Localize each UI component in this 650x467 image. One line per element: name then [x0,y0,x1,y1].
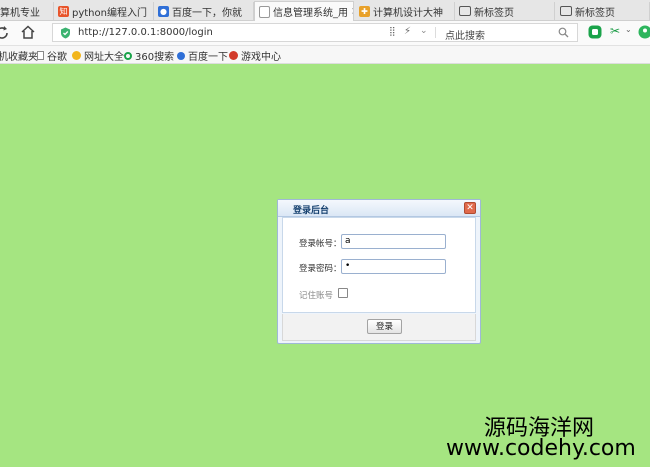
chevron-down-icon[interactable]: ⌄ [625,25,632,34]
password-label: 登录密码： [299,264,342,274]
game-center-icon [229,51,238,60]
account-label: 登录帐号： [299,239,342,249]
dialog-header[interactable]: 登录后台 ✕ [278,200,480,217]
tab-label: 新标签页 [575,7,615,19]
lightning-icon[interactable]: ⚡ [404,26,411,37]
browser-tab-bar: 算机专业 知 python编程入门 ● 百度一下，你就 信息管理系统_用 × ✚… [0,0,650,21]
tab-baidu[interactable]: ● 百度一下，你就 [154,2,254,20]
address-url[interactable]: http://127.0.0.1:8000/login [78,27,213,38]
site-directory-icon [72,51,81,60]
tab-close-icon[interactable]: × [351,6,353,17]
tab-label: python编程入门 [72,7,147,19]
bookmark-game-center[interactable]: 游戏中心 [229,48,281,63]
bookmarks-bar: 机收藏夹 谷歌 网址大全 360搜索 百度一下 游戏中心 [0,46,650,64]
dialog-footer: 登录 [282,314,476,341]
search-360-icon [124,51,132,60]
new-tab-page-icon [560,6,572,16]
new-tab-page-icon [459,6,471,16]
tab-label: 算机专业 [0,7,40,19]
tab-label: 计算机设计大神 [373,7,443,19]
extension-icon[interactable] [587,24,603,40]
login-dialog: 登录后台 ✕ 登录帐号： a 登录密码： • 记住账号 登录 [277,199,481,344]
bookmark-favorites[interactable]: 机收藏夹 [0,48,38,63]
search-icon[interactable] [558,27,569,38]
dialog-title: 登录后台 [293,206,330,216]
baidu-paw-icon [177,51,185,60]
bookmark-label: 网址大全 [84,52,124,63]
account-input[interactable]: a [341,234,446,249]
browser-toolbar: http://127.0.0.1:8000/login ⣿ ⚡ ⌄ 点此搜索 ✂… [0,21,650,46]
grid-icon[interactable]: ⣿ [389,27,396,37]
scissors-icon[interactable]: ✂ [610,24,620,38]
tab-label: 新标签页 [474,7,514,19]
page-icon [259,5,270,18]
bookmark-label: 机收藏夹 [0,52,38,63]
user-account-icon[interactable] [638,24,650,40]
login-form: 登录帐号： a 登录密码： • 记住账号 [282,217,476,313]
bookmark-label: 游戏中心 [241,52,281,63]
baidu-paw-icon: ● [158,5,169,17]
bookmark-360-search[interactable]: 360搜索 [124,48,174,63]
shield-icon [61,27,70,39]
tab-new-2[interactable]: 新标签页 [556,2,650,20]
bookmark-label: 360搜索 [135,52,175,63]
chevron-down-icon[interactable]: ⌄ [420,26,428,36]
password-input[interactable]: • [341,259,446,274]
remember-account-label: 记住账号 [299,291,334,301]
search-input[interactable]: 点此搜索 [445,27,485,42]
watermark-url: www.codehy.com [446,436,636,461]
home-icon[interactable] [20,24,36,40]
address-bar[interactable]: http://127.0.0.1:8000/login ⣿ ⚡ ⌄ 点此搜索 [52,23,578,42]
tab-label: 信息管理系统_用 [273,8,348,19]
remember-account-checkbox[interactable] [338,288,348,298]
tab-label: 百度一下，你就 [172,7,242,19]
tab-new-1[interactable]: 新标签页 [455,2,555,20]
tab-python[interactable]: 知 python编程入门 [54,2,154,20]
bookmark-baidu[interactable]: 百度一下 [177,48,228,63]
bookmark-label: 百度一下 [188,52,228,63]
login-button[interactable]: 登录 [367,319,402,334]
tab-computer-design[interactable]: ✚ 计算机设计大神 [355,2,455,20]
page-icon [37,51,44,60]
site-favicon-icon: 知 [58,5,69,17]
bookmark-site-directory[interactable]: 网址大全 [72,48,124,63]
close-icon[interactable]: ✕ [464,202,476,214]
reload-icon[interactable] [0,25,10,41]
tab-info-system[interactable]: 信息管理系统_用 × [254,1,354,21]
bookmark-google[interactable]: 谷歌 [37,48,67,63]
divider [435,27,436,38]
bookmark-label: 谷歌 [47,52,67,63]
site-favicon-icon: ✚ [359,5,370,17]
tab-cs-major[interactable]: 算机专业 [0,2,54,20]
